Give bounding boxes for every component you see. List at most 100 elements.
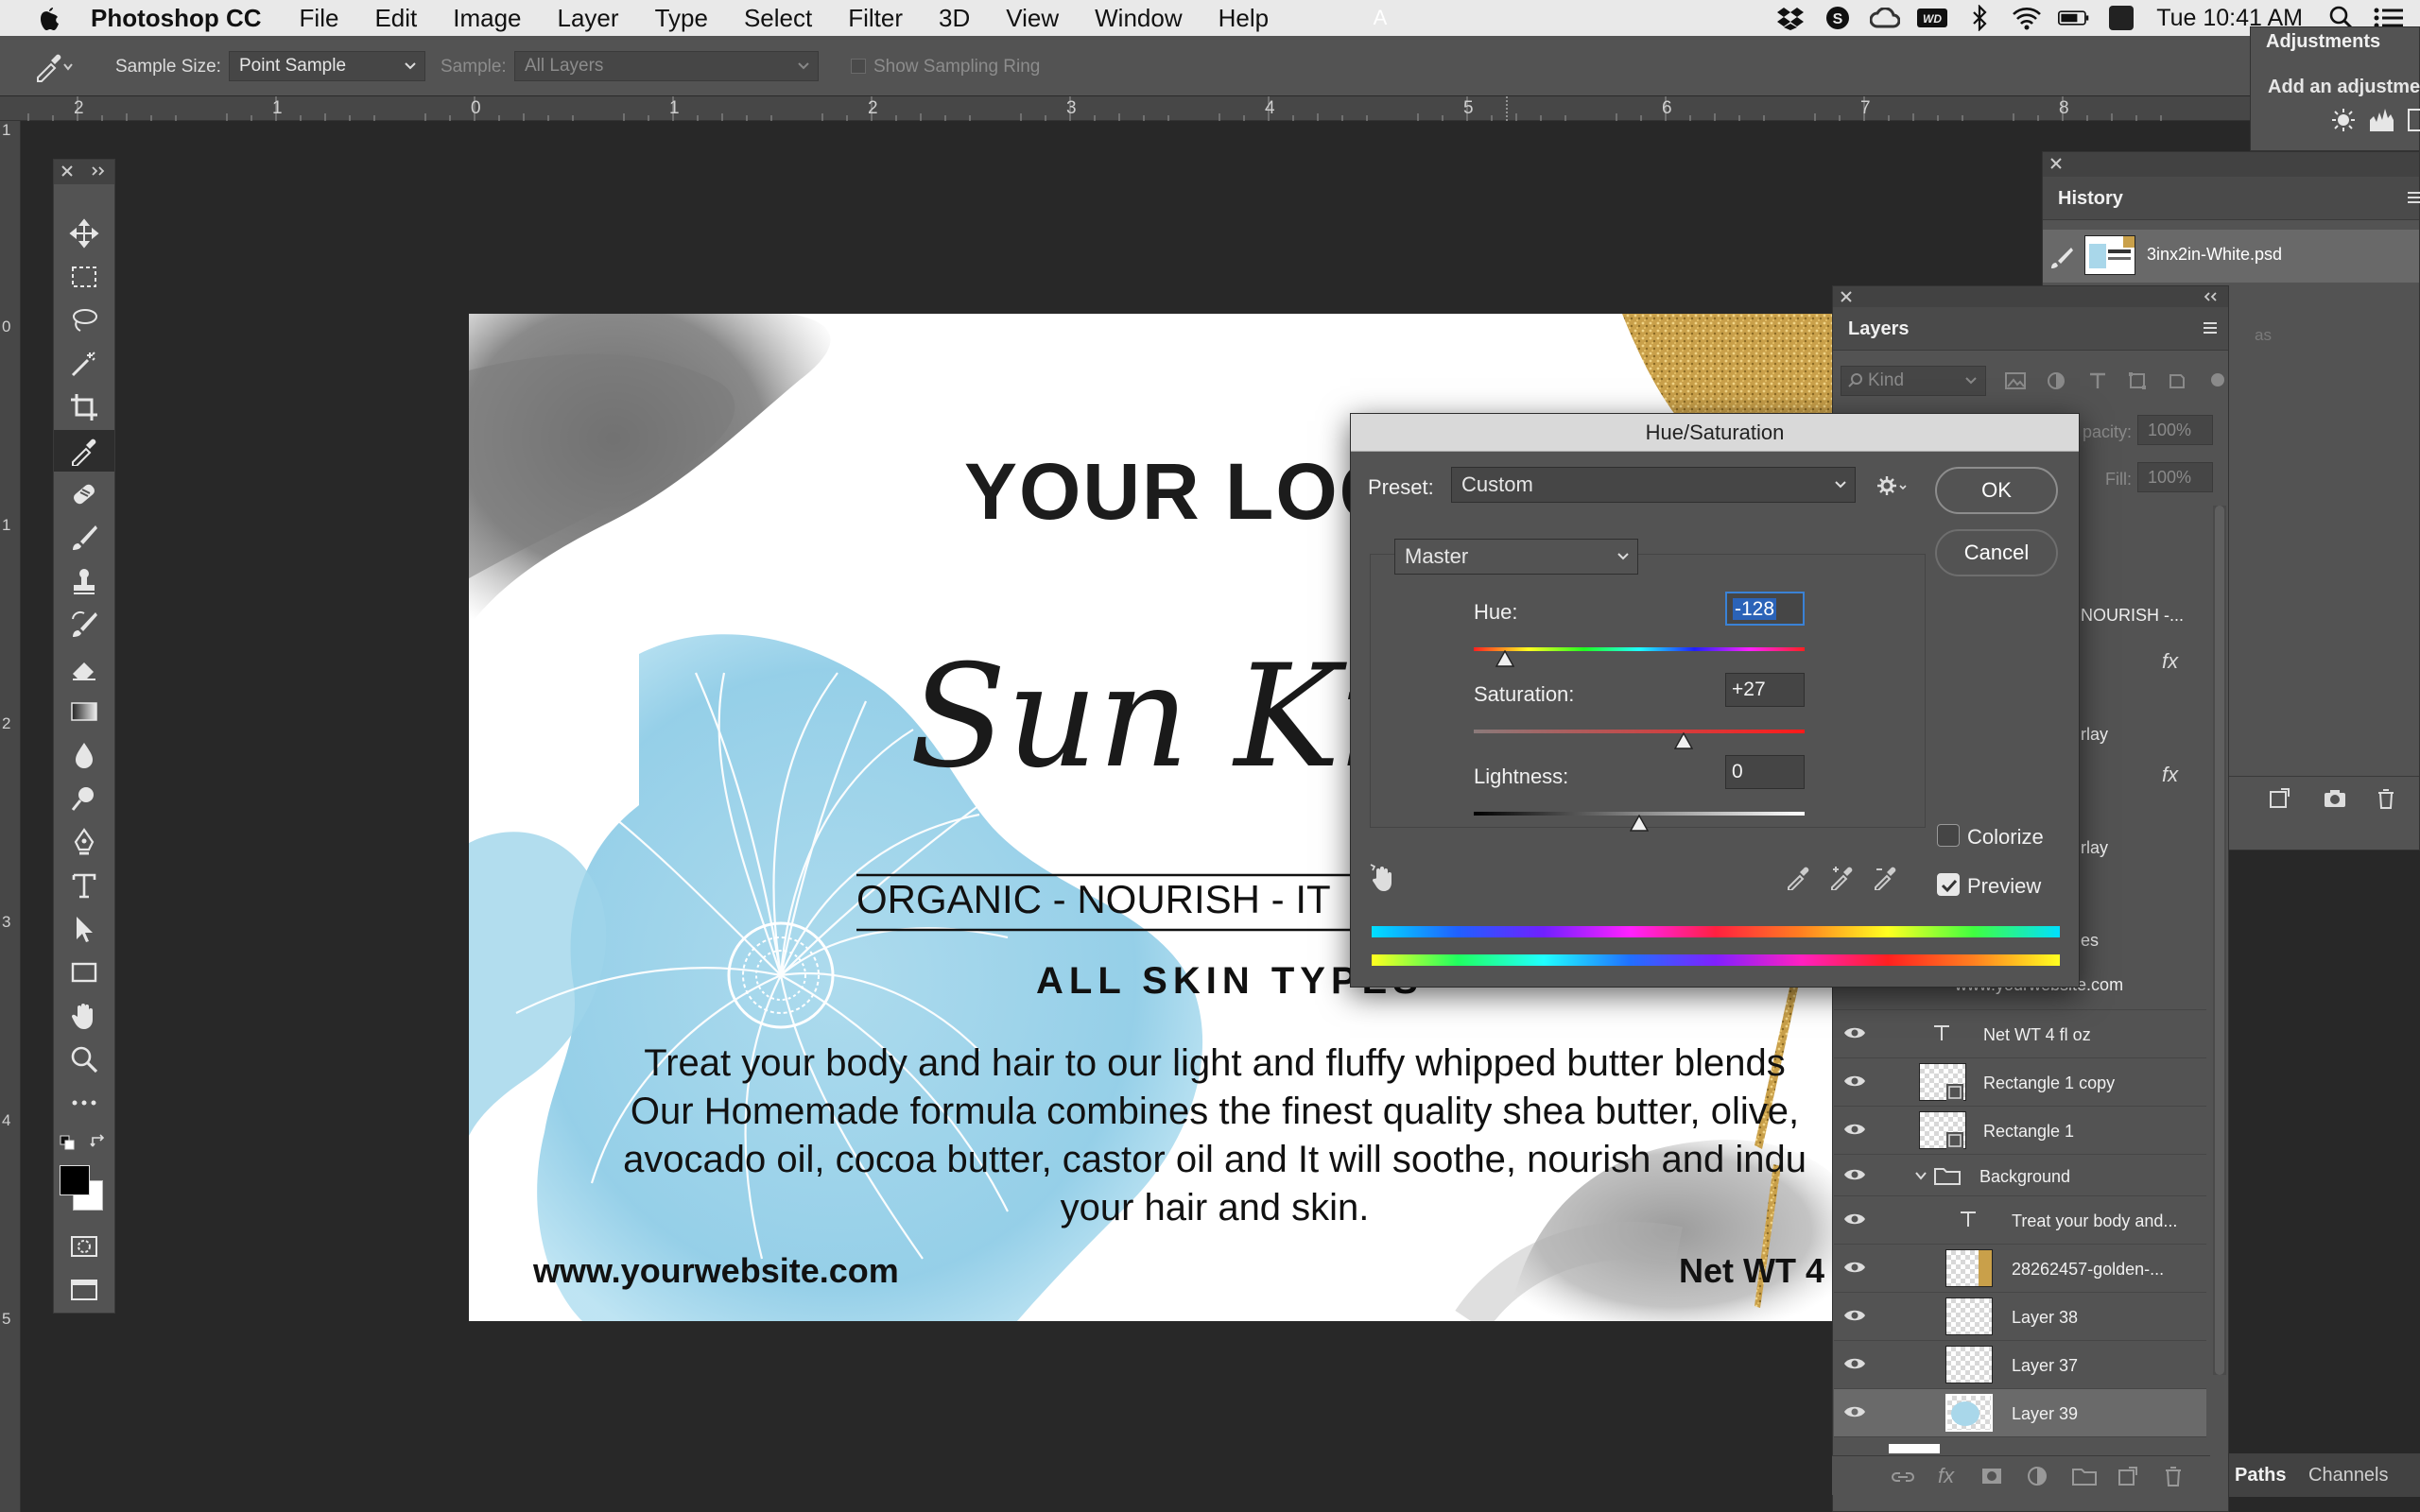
quick-mask-icon[interactable] — [54, 1226, 114, 1267]
eye-visibility-icon[interactable] — [1843, 1073, 1866, 1090]
eyedropper-icon[interactable] — [1786, 864, 1812, 890]
lasso-tool-icon[interactable] — [54, 300, 114, 341]
layer-row[interactable]: Net WT 4 fl oz — [1834, 1010, 2206, 1058]
brightness-icon[interactable] — [2330, 107, 2357, 133]
eyedropper-tool-preset-icon[interactable] — [32, 49, 74, 83]
gradient-tool-icon[interactable] — [54, 691, 114, 732]
history-brush-source-icon[interactable] — [2048, 245, 2075, 271]
delete-state-icon[interactable] — [2376, 787, 2396, 810]
saturation-slider-track[interactable] — [1474, 730, 1805, 733]
eye-visibility-icon[interactable] — [1843, 1307, 1866, 1324]
zoom-tool-icon[interactable] — [54, 1039, 114, 1080]
curves-icon[interactable] — [2408, 107, 2420, 133]
magic-wand-tool-icon[interactable] — [54, 343, 114, 385]
eye-visibility-icon[interactable] — [1843, 1211, 1866, 1228]
ok-button[interactable]: OK — [1935, 467, 2058, 514]
close-icon[interactable] — [2048, 156, 2064, 171]
history-panel-header[interactable] — [2043, 152, 2419, 177]
wifi-icon[interactable] — [2011, 4, 2043, 32]
eye-visibility-icon[interactable] — [1843, 1166, 1866, 1183]
sample-size-select[interactable]: Point Sample — [229, 51, 425, 81]
pixel-layer-filter-icon[interactable] — [2005, 371, 2026, 390]
layer-row[interactable]: Layer 37 — [1834, 1341, 2206, 1389]
close-icon[interactable] — [1839, 289, 1854, 304]
more-tools-icon[interactable] — [54, 1082, 114, 1124]
layers-panel-header[interactable] — [1833, 286, 2228, 307]
move-tool-icon[interactable] — [54, 213, 114, 254]
menu-help[interactable]: Help — [1219, 0, 1269, 36]
layers-tab[interactable]: Layers — [1848, 318, 1910, 340]
dropbox-icon[interactable] — [1774, 4, 1806, 32]
layer-row[interactable]: Layer 38 — [1834, 1293, 2206, 1341]
rectangle-tool-icon[interactable] — [54, 952, 114, 993]
levels-icon[interactable] — [2368, 107, 2396, 133]
eyedropper-tool-icon[interactable] — [54, 430, 114, 472]
opacity-field[interactable]: 100% — [2137, 415, 2213, 445]
menu-layer[interactable]: Layer — [558, 0, 619, 36]
cancel-button[interactable]: Cancel — [1935, 529, 2058, 576]
menu-select[interactable]: Select — [744, 0, 812, 36]
blur-tool-icon[interactable] — [54, 734, 114, 776]
menu-edit[interactable]: Edit — [374, 0, 417, 36]
lightness-slider-thumb[interactable] — [1630, 815, 1649, 832]
add-mask-icon[interactable] — [1981, 1466, 2002, 1486]
fill-field[interactable]: 100% — [2137, 462, 2213, 492]
preset-select[interactable]: Custom — [1451, 467, 1856, 503]
brush-tool-icon[interactable] — [54, 517, 114, 558]
link-layers-icon[interactable] — [1891, 1466, 1915, 1486]
targeted-adjustment-hand-icon[interactable] — [1368, 862, 1396, 892]
new-document-from-state-icon[interactable] — [2268, 787, 2292, 810]
eye-visibility-icon[interactable] — [1843, 1403, 1866, 1420]
clone-stamp-tool-icon[interactable] — [54, 560, 114, 602]
close-icon[interactable] — [60, 163, 75, 179]
layer-row[interactable]: 28262457-golden-... — [1834, 1245, 2206, 1293]
hue-slider-thumb[interactable] — [1495, 650, 1515, 667]
menu-view[interactable]: View — [1006, 0, 1059, 36]
menu-image[interactable]: Image — [453, 0, 521, 36]
pen-tool-icon[interactable] — [54, 821, 114, 863]
panel-menu-icon[interactable] — [2406, 190, 2420, 205]
sample-select[interactable]: All Layers — [514, 51, 819, 81]
layer-row[interactable]: Rectangle 1 — [1834, 1107, 2206, 1155]
battery-icon[interactable] — [2058, 4, 2090, 32]
eyedropper-minus-icon[interactable] — [1873, 864, 1899, 890]
hue-slider-track[interactable] — [1474, 647, 1805, 651]
saturation-slider-thumb[interactable] — [1674, 732, 1694, 749]
preset-options-gear-icon[interactable] — [1876, 474, 1909, 497]
layer-group-row[interactable]: Background — [1834, 1155, 2206, 1196]
panel-menu-icon[interactable] — [2202, 320, 2219, 335]
filter-toggle-icon[interactable] — [2211, 373, 2224, 387]
history-brush-tool-icon[interactable] — [54, 604, 114, 645]
smart-object-filter-icon[interactable] — [2168, 371, 2187, 390]
delete-layer-icon[interactable] — [2163, 1466, 2184, 1486]
eraser-tool-icon[interactable] — [54, 647, 114, 689]
layer-row[interactable]: Treat your body and... — [1834, 1196, 2206, 1245]
menu-filter[interactable]: Filter — [848, 0, 903, 36]
colorize-checkbox[interactable] — [1937, 824, 1960, 847]
screen-mode-icon[interactable] — [54, 1269, 114, 1311]
eye-visibility-icon[interactable] — [1843, 1259, 1866, 1276]
history-tab[interactable]: History — [2058, 188, 2123, 210]
input-source-icon[interactable] — [2105, 4, 2137, 32]
adjustment-layer-filter-icon[interactable] — [2047, 371, 2066, 390]
menu-app-name[interactable]: Photoshop CC — [91, 0, 262, 36]
channel-select[interactable]: Master — [1394, 539, 1638, 575]
healing-brush-tool-icon[interactable] — [54, 473, 114, 515]
chevron-down-icon[interactable] — [1913, 1168, 1928, 1183]
creative-cloud-icon[interactable] — [1869, 4, 1901, 32]
adjustments-tab[interactable]: Adjustments — [2266, 31, 2380, 53]
menu-file[interactable]: File — [300, 0, 339, 36]
marquee-tool-icon[interactable] — [54, 256, 114, 298]
eye-visibility-icon[interactable] — [1843, 1355, 1866, 1372]
type-layer-filter-icon[interactable] — [2088, 371, 2107, 390]
add-layer-style-icon[interactable]: fx — [1938, 1464, 1954, 1488]
eye-visibility-icon[interactable] — [1843, 1024, 1866, 1041]
new-snapshot-icon[interactable] — [2323, 787, 2347, 810]
bluetooth-icon[interactable] — [1963, 4, 1996, 32]
new-layer-icon[interactable] — [2118, 1466, 2138, 1486]
wd-drive-icon[interactable]: WD — [1916, 4, 1948, 32]
skype-icon[interactable]: S — [1822, 4, 1854, 32]
tab-paths[interactable]: Paths — [2235, 1465, 2286, 1486]
tab-channels[interactable]: Channels — [2308, 1465, 2389, 1486]
layers-scrollbar[interactable] — [2213, 506, 2226, 1375]
